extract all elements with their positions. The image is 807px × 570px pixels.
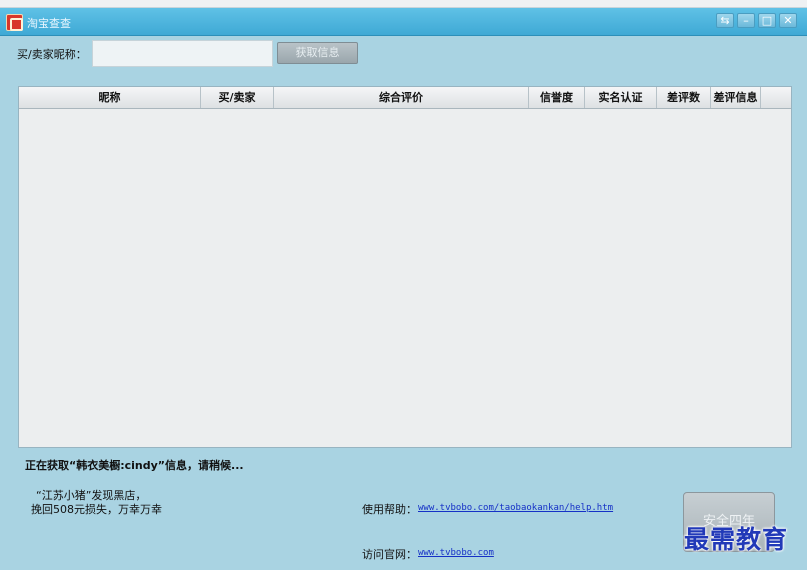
help-label: 使用帮助： (362, 503, 417, 516)
window-title: 淘宝查查 (27, 17, 71, 30)
window-controls: ⇆ – □ ✕ (716, 13, 797, 28)
column-header-bad-info[interactable]: 差评信息 (711, 87, 761, 108)
app-logo-icon (6, 14, 23, 31)
maximize-icon[interactable]: □ (758, 13, 776, 28)
minimize-icon[interactable]: – (737, 13, 755, 28)
column-header-real-name[interactable]: 实名认证 (585, 87, 657, 108)
table-header: 昵称 买/卖家 综合评价 信誉度 实名认证 差评数 差评信息 (19, 87, 791, 109)
results-table[interactable]: 昵称 买/卖家 综合评价 信誉度 实名认证 差评数 差评信息 (18, 86, 792, 448)
top-strip (0, 0, 807, 8)
swap-icon[interactable]: ⇆ (716, 13, 734, 28)
watermark-logo: 最需教育 (684, 525, 789, 554)
column-header-buyer-seller[interactable]: 买/卖家 (201, 87, 274, 108)
site-label: 访问官网： (362, 548, 417, 561)
promo-line-2: 挽回508元损失，万幸万幸 (31, 503, 162, 516)
column-header-overall-rating[interactable]: 综合评价 (274, 87, 529, 108)
nickname-label: 买/卖家昵称： (17, 48, 87, 61)
nickname-input[interactable] (92, 40, 273, 67)
status-text: 正在获取“韩衣美橱:cindy”信息，请稍候... (25, 459, 244, 472)
fetch-info-button[interactable]: 获取信息 (277, 42, 358, 64)
column-header-credit[interactable]: 信誉度 (529, 87, 585, 108)
site-link[interactable]: www.tvbobo.com (418, 548, 494, 558)
column-header-nickname[interactable]: 昵称 (19, 87, 201, 108)
close-icon[interactable]: ✕ (779, 13, 797, 28)
title-bar[interactable]: 淘宝查查 ⇆ – □ ✕ (0, 8, 807, 36)
help-link[interactable]: www.tvbobo.com/taobaokankan/help.htm (418, 503, 613, 513)
column-header-bad-count[interactable]: 差评数 (657, 87, 711, 108)
